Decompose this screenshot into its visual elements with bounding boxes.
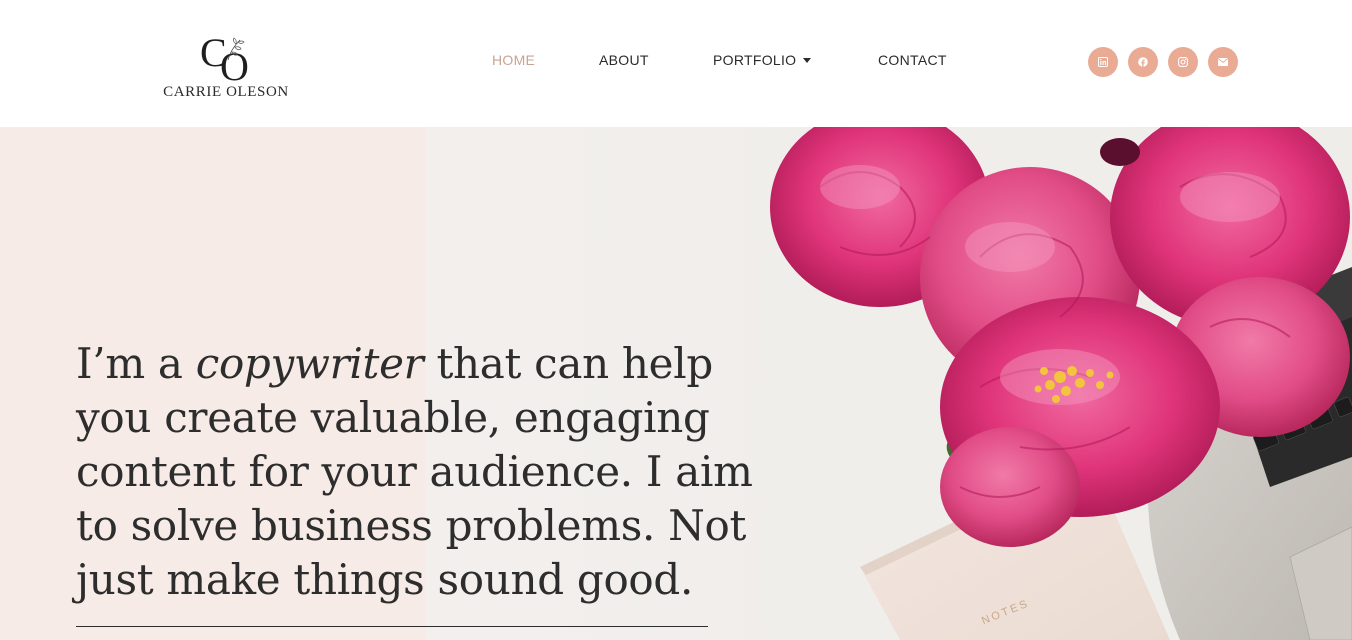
hero-section: NOTES I’m a copywriter that can help you… [0, 127, 1352, 640]
monogram-logo-icon: C O [200, 30, 249, 84]
hero-text-before: I’m a [76, 339, 196, 388]
email-button[interactable] [1208, 47, 1238, 77]
email-icon [1218, 58, 1228, 66]
nav-home[interactable]: HOME [492, 52, 535, 68]
svg-text:O: O [220, 44, 249, 84]
linkedin-icon [1098, 57, 1108, 67]
hero-headline: I’m a copywriter that can help you creat… [76, 337, 796, 607]
hero-text-emphasis: copywriter [195, 339, 424, 388]
facebook-button[interactable] [1128, 47, 1158, 77]
site-header: C O CARRIE OLESON HOME ABOUT PORTFOLIO C… [0, 0, 1352, 127]
nav-portfolio-label: PORTFOLIO [713, 52, 797, 68]
nav-portfolio[interactable]: PORTFOLIO [713, 52, 812, 68]
hero-divider [76, 626, 708, 627]
facebook-icon [1138, 57, 1148, 67]
nav-contact[interactable]: CONTACT [878, 52, 947, 68]
site-logo[interactable]: C O CARRIE OLESON [160, 28, 292, 104]
instagram-button[interactable] [1168, 47, 1198, 77]
chevron-down-icon [803, 58, 812, 63]
nav-about[interactable]: ABOUT [599, 52, 649, 68]
linkedin-button[interactable] [1088, 47, 1118, 77]
instagram-icon [1178, 57, 1188, 67]
brand-name: CARRIE OLESON [163, 84, 289, 100]
